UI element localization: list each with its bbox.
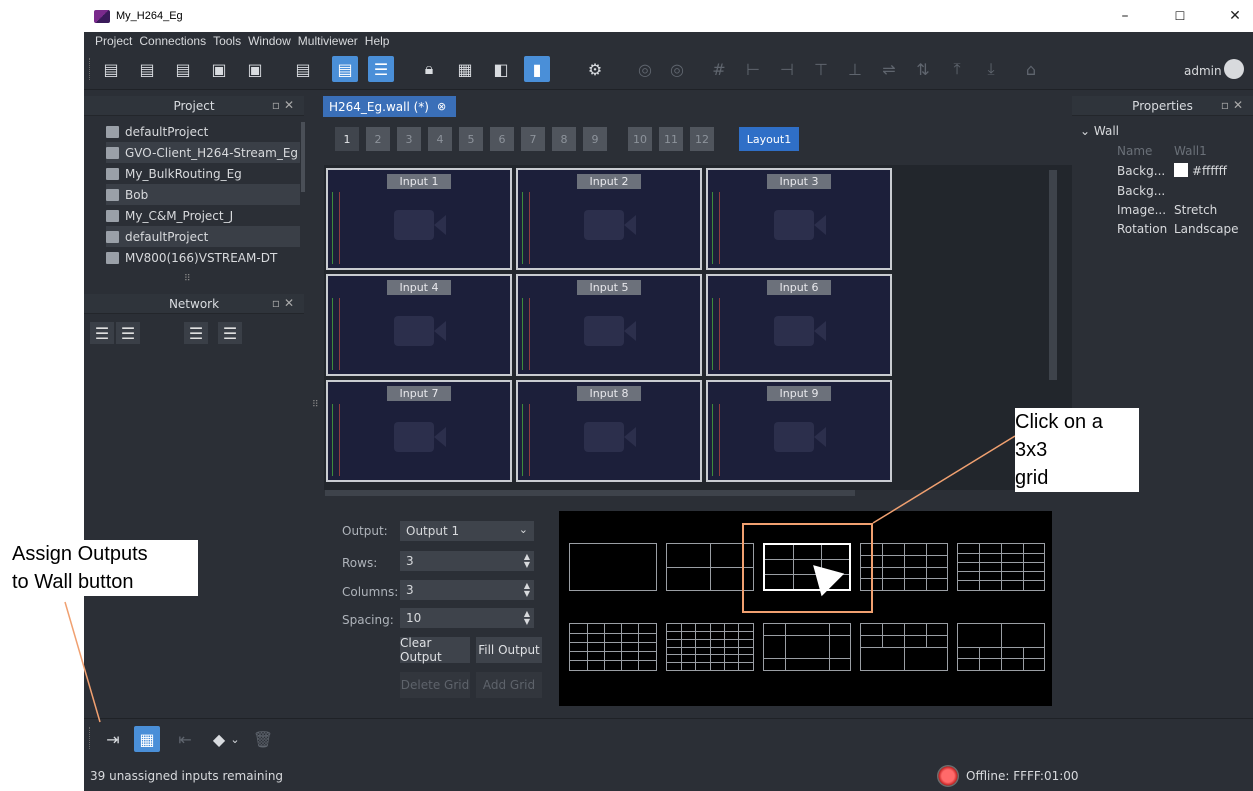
callout-assign: Assign Outputs to Wall button <box>12 540 198 596</box>
callout-grid-line2: grid <box>1015 464 1049 492</box>
callout-assign-line1: Assign Outputs <box>12 543 148 565</box>
callout-assign-line2: to Wall button <box>12 571 134 593</box>
callout-grid-line1: Click on a 3x3 <box>1015 411 1103 461</box>
callout-lines <box>64 435 1016 723</box>
callout-grid: Click on a 3x3 grid <box>1015 408 1139 492</box>
